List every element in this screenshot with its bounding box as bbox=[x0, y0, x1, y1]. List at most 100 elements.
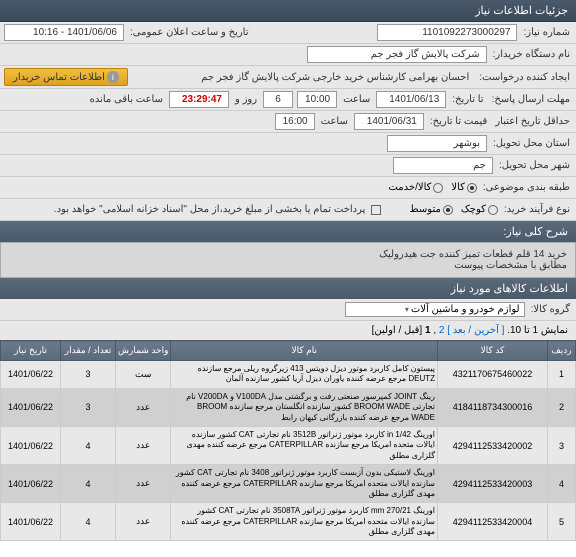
deadline-sep: تا تاریخ: bbox=[450, 94, 485, 105]
validity-time: 16:00 bbox=[275, 113, 315, 130]
row-province: استان محل تحویل: بوشهر bbox=[0, 133, 576, 155]
pager-last[interactable]: [ آخرین bbox=[471, 325, 504, 336]
pager-prev: [قبل / bbox=[398, 325, 422, 336]
cell-row: 2 bbox=[548, 388, 576, 426]
cell-unit: عدد bbox=[116, 465, 171, 503]
cell-desc: پیستون کامل کاربرد موتور دیزل دویتس 413 … bbox=[171, 361, 438, 389]
cell-qty: 3 bbox=[61, 388, 116, 426]
radio-medium[interactable]: متوسط bbox=[409, 204, 452, 215]
province-value: بوشهر bbox=[387, 135, 487, 152]
col-qty: تعداد / مقدار bbox=[61, 341, 116, 361]
pager-next[interactable]: / بعد ] bbox=[447, 325, 471, 336]
cell-date: 1401/06/22 bbox=[1, 361, 61, 389]
radio-goods-label: کالا bbox=[451, 182, 465, 193]
row-validity: حداقل تاریخ اعتبار قیمت تا تاریخ: 1401/0… bbox=[0, 111, 576, 133]
table-row[interactable]: 44294112533420003اورینگ لاستیکی بدون آزب… bbox=[1, 465, 576, 503]
validity-sep: قیمت تا تاریخ: bbox=[428, 116, 489, 127]
page-title: جزئیات اطلاعات نیاز bbox=[475, 5, 568, 17]
radio-dot-icon bbox=[467, 183, 477, 193]
time-label-2: ساعت bbox=[319, 116, 350, 127]
category-label: طبقه بندی موضوعی: bbox=[481, 182, 572, 193]
remain-label: ساعت باقی مانده bbox=[88, 94, 165, 105]
cell-date: 1401/06/22 bbox=[1, 465, 61, 503]
row-deadline: مهلت ارسال پاسخ: تا تاریخ: 1401/06/13 سا… bbox=[0, 89, 576, 111]
countdown-value: 23:29:47 bbox=[169, 91, 229, 108]
contact-buyer-button[interactable]: i اطلاعات تماس خریدار bbox=[4, 68, 128, 86]
cell-row: 1 bbox=[548, 361, 576, 389]
pager-display: نمایش 1 تا 10. bbox=[507, 325, 568, 336]
requester-label: ایجاد کننده درخواست: bbox=[477, 72, 572, 83]
contact-btn-label: اطلاعات تماس خریدار bbox=[13, 72, 105, 83]
cell-desc: اورینگ in 1/42 کاربرد موتور ژنراتور 3512… bbox=[171, 426, 438, 464]
pager: نمایش 1 تا 10. [ آخرین / بعد ] 2 , 1 [قب… bbox=[0, 321, 576, 340]
cell-code: 4294112533420003 bbox=[438, 465, 548, 503]
category-radio-group: کالا کالا/خدمت bbox=[388, 182, 476, 193]
cell-qty: 4 bbox=[61, 465, 116, 503]
deadline-label: مهلت ارسال پاسخ: bbox=[490, 94, 572, 105]
row-buyer-org: نام دستگاه خریدار: شرکت پالایش گاز فجر ج… bbox=[0, 44, 576, 66]
radio-goods[interactable]: کالا bbox=[451, 182, 477, 193]
row-purchase-type: نوع فرآیند خرید: کوچک متوسط پرداخت تمام … bbox=[0, 199, 576, 221]
table-row[interactable]: 14321170675460022پیستون کامل کاربرد موتو… bbox=[1, 361, 576, 389]
radio-dot-icon bbox=[443, 205, 453, 215]
cell-code: 4184118734300016 bbox=[438, 388, 548, 426]
cell-unit: عدد bbox=[116, 388, 171, 426]
validity-label: حداقل تاریخ اعتبار bbox=[493, 116, 572, 127]
cell-row: 5 bbox=[548, 503, 576, 541]
col-unit: واحد شمارش bbox=[116, 341, 171, 361]
cell-desc: رینگ JOINT کمپرسور صنعتی رفت و برگشتی مد… bbox=[171, 388, 438, 426]
cell-date: 1401/06/22 bbox=[1, 426, 61, 464]
need-number-value: 1101092273000297 bbox=[377, 24, 517, 41]
deadline-time: 10:00 bbox=[297, 91, 337, 108]
pager-sep: , bbox=[433, 325, 436, 336]
city-value: جم bbox=[393, 157, 493, 174]
cell-row: 4 bbox=[548, 465, 576, 503]
announce-value: 1401/06/06 - 10:16 bbox=[4, 24, 124, 41]
row-category: طبقه بندی موضوعی: کالا کالا/خدمت bbox=[0, 177, 576, 199]
cell-unit: عدد bbox=[116, 503, 171, 541]
cell-unit: ست bbox=[116, 361, 171, 389]
days-count: 6 bbox=[263, 91, 293, 108]
table-row[interactable]: 54294112533420004اورینگ mm 270/21 کاربرد… bbox=[1, 503, 576, 541]
payment-note: پرداخت تمام یا بخشی از مبلغ خرید،از محل … bbox=[52, 204, 368, 215]
table-row[interactable]: 24184118734300016رینگ JOINT کمپرسور صنعت… bbox=[1, 388, 576, 426]
announce-label: تاریخ و ساعت اعلان عمومی: bbox=[128, 27, 251, 38]
radio-service-label: کالا/خدمت bbox=[388, 182, 431, 193]
radio-dot-icon bbox=[433, 183, 443, 193]
treasury-checkbox[interactable] bbox=[371, 205, 381, 215]
pager-page2[interactable]: 2 bbox=[439, 325, 445, 336]
pager-first: اولین] bbox=[372, 325, 396, 336]
time-label-1: ساعت bbox=[341, 94, 372, 105]
need-number-label: شماره نیاز: bbox=[521, 27, 572, 38]
purchase-type-radio-group: کوچک متوسط bbox=[409, 204, 497, 215]
radio-medium-label: متوسط bbox=[409, 204, 440, 215]
group-combo[interactable]: لوازم خودرو و ماشین آلات bbox=[345, 302, 525, 317]
info-icon: i bbox=[107, 71, 119, 83]
radio-dot-icon bbox=[488, 205, 498, 215]
group-value: لوازم خودرو و ماشین آلات bbox=[411, 304, 520, 315]
buyer-org-label: نام دستگاه خریدار: bbox=[491, 49, 572, 60]
radio-small[interactable]: کوچک bbox=[461, 204, 498, 215]
cell-qty: 3 bbox=[61, 361, 116, 389]
row-requester: ایجاد کننده درخواست: احسان بهرامی کارشنا… bbox=[0, 66, 576, 89]
desc-line1: خرید 14 قلم قطعات تمیز کننده جت هیدرولیک bbox=[9, 249, 567, 260]
items-table: ردیف کد کالا نام کالا واحد شمارش تعداد /… bbox=[0, 340, 576, 541]
buyer-org-value: شرکت پالایش گاز فجر جم bbox=[307, 46, 487, 63]
province-label: استان محل تحویل: bbox=[491, 138, 572, 149]
col-row: ردیف bbox=[548, 341, 576, 361]
table-row[interactable]: 34294112533420002اورینگ in 1/42 کاربرد م… bbox=[1, 426, 576, 464]
desc-section-title: شرح کلی نیاز: bbox=[0, 221, 576, 242]
page-header: جزئیات اطلاعات نیاز bbox=[0, 0, 576, 22]
requester-value: احسان بهرامی کارشناس خرید خارجی شرکت پال… bbox=[197, 72, 473, 83]
desc-title-label: شرح کلی نیاز: bbox=[503, 226, 568, 238]
cell-date: 1401/06/22 bbox=[1, 388, 61, 426]
group-label: گروه کالا: bbox=[529, 304, 572, 315]
cell-row: 3 bbox=[548, 426, 576, 464]
cell-code: 4321170675460022 bbox=[438, 361, 548, 389]
desc-line2: مطابق با مشخصات پیوست bbox=[9, 260, 567, 271]
days-label: روز و bbox=[233, 94, 259, 105]
col-date: تاریخ نیاز bbox=[1, 341, 61, 361]
cell-unit: عدد bbox=[116, 426, 171, 464]
radio-service[interactable]: کالا/خدمت bbox=[388, 182, 443, 193]
cell-date: 1401/06/22 bbox=[1, 503, 61, 541]
